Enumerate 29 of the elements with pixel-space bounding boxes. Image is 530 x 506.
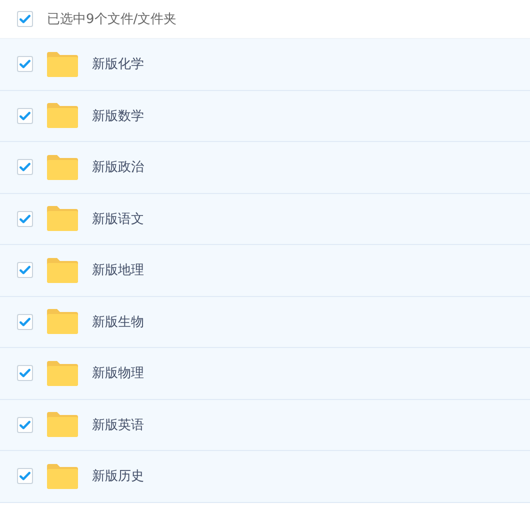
checkbox[interactable] bbox=[17, 11, 33, 27]
folder-icon bbox=[47, 412, 78, 438]
folder-name[interactable]: 新版历史 bbox=[92, 467, 144, 486]
folder-icon bbox=[47, 309, 78, 334]
checkbox[interactable] bbox=[17, 314, 33, 330]
checkbox[interactable] bbox=[17, 210, 33, 227]
folder-name[interactable]: 新版语文 bbox=[92, 210, 144, 228]
folder-icon bbox=[47, 103, 78, 128]
folder-name[interactable]: 新版数学 bbox=[92, 106, 144, 125]
checkbox[interactable] bbox=[17, 108, 33, 124]
checkbox[interactable] bbox=[17, 416, 33, 433]
folder-name[interactable]: 新版生物 bbox=[92, 312, 144, 331]
folder-name[interactable]: 新版地理 bbox=[92, 261, 144, 280]
checkbox[interactable] bbox=[17, 159, 33, 176]
folder-icon bbox=[47, 154, 78, 180]
folder-icon bbox=[47, 258, 78, 283]
folder-icon bbox=[47, 206, 78, 232]
selection-count: 已选中9个文件/文件夹 bbox=[47, 11, 177, 28]
folder-name[interactable]: 新版政治 bbox=[92, 158, 144, 176]
checkbox[interactable] bbox=[17, 468, 33, 484]
checkbox[interactable] bbox=[17, 262, 33, 278]
folder-icon bbox=[47, 52, 78, 77]
folder-name[interactable]: 新版物理 bbox=[92, 364, 144, 382]
folder-name[interactable]: 新版化学 bbox=[92, 55, 144, 74]
folder-name[interactable]: 新版英语 bbox=[92, 416, 144, 434]
checkbox[interactable] bbox=[17, 56, 33, 72]
folder-icon bbox=[47, 360, 78, 386]
checkbox[interactable] bbox=[17, 365, 33, 382]
folder-icon bbox=[47, 464, 78, 489]
